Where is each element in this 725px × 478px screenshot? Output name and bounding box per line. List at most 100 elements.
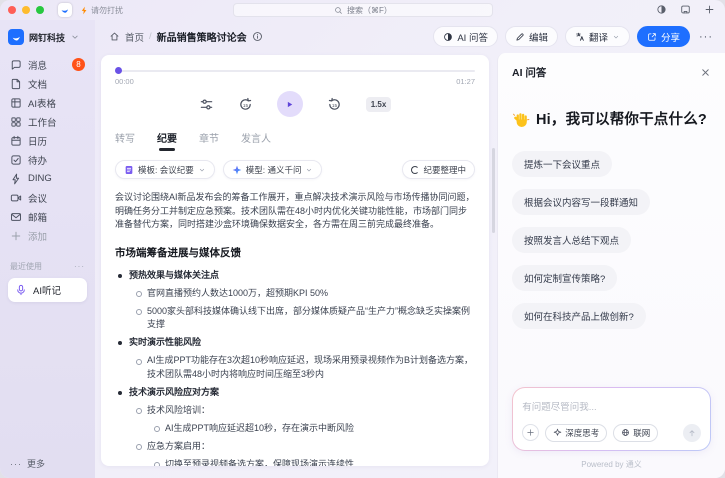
sidebar-item-meeting[interactable]: 会议	[8, 188, 87, 207]
arrow-up-icon	[687, 428, 697, 438]
share-button[interactable]: 分享	[637, 26, 690, 47]
page-title: 新品销售策略讨论会	[157, 29, 247, 44]
do-not-disturb-status: 请勿打扰	[80, 5, 123, 16]
plus-icon	[526, 428, 535, 437]
powered-by-label: Powered by 通义	[512, 459, 711, 470]
todo-check-icon	[10, 154, 22, 166]
recent-more-icon[interactable]: ···	[74, 262, 85, 271]
panel-title: AI 问答	[512, 65, 546, 80]
chevron-down-icon	[305, 166, 313, 174]
theme-toggle-icon[interactable]	[656, 4, 667, 15]
close-window-button[interactable]	[8, 6, 16, 14]
global-search[interactable]: 搜索（⌘F）	[233, 3, 493, 17]
calendar-icon	[10, 135, 22, 147]
spark-icon	[553, 428, 562, 437]
breadcrumb-home[interactable]: 首页	[125, 30, 144, 44]
sidebar-item-docs[interactable]: 文档	[8, 74, 87, 93]
pencil-icon	[515, 32, 525, 42]
intro-paragraph: 会议讨论围绕AI新品发布会的筹备工作展开，重点解决技术演示风险与市场传播协同问题…	[115, 191, 475, 232]
new-window-icon[interactable]	[680, 4, 691, 15]
unread-badge: 8	[72, 58, 85, 71]
audio-player: 00:00 01:27 15	[115, 67, 475, 117]
total-time: 01:27	[456, 77, 475, 86]
ai-greeting: Hi，我可以帮你干点什么?	[512, 108, 711, 129]
workbench-icon	[10, 116, 22, 128]
chevron-down-icon	[612, 33, 620, 41]
org-switcher[interactable]: 网钉科技	[8, 29, 87, 45]
share-icon	[647, 32, 657, 42]
sidebar-item-workbench[interactable]: 工作台	[8, 112, 87, 131]
outline-item: 实时演示性能风险	[115, 336, 475, 350]
rewind-15-icon[interactable]: 15	[238, 97, 253, 112]
dingtalk-app-icon	[58, 3, 72, 17]
sidebar-item-ding[interactable]: DING	[8, 169, 87, 188]
attach-button[interactable]	[522, 424, 539, 441]
more-actions-button[interactable]: ···	[697, 31, 715, 43]
meeting-notes-card: 00:00 01:27 15	[101, 55, 489, 466]
home-icon[interactable]	[109, 31, 120, 42]
chevron-down-icon	[198, 166, 206, 174]
suggestion-chip[interactable]: 提炼一下会议重点	[512, 151, 612, 177]
minutes-status: 纪要整理中	[402, 160, 475, 179]
web-search-toggle[interactable]: 联网	[613, 424, 658, 442]
playback-speed-button[interactable]: 1.5x	[366, 97, 392, 112]
sidebar-item-add[interactable]: 添加	[8, 226, 87, 245]
table-icon	[10, 97, 22, 109]
suggestion-chip[interactable]: 如何定制宣传策略?	[512, 265, 617, 291]
sidebar-item-calendar[interactable]: 日历	[8, 131, 87, 150]
outline-item: 5000家头部科技媒体确认线下出席，部分媒体质疑产品“生产力”概念缺乏实操案例支…	[115, 305, 475, 332]
audio-progress-bar[interactable]	[115, 67, 475, 74]
sidebar-item-ai-notes[interactable]: AI听记	[8, 278, 87, 302]
minimize-window-button[interactable]	[22, 6, 30, 14]
forward-15-icon[interactable]: 15	[327, 97, 342, 112]
info-icon[interactable]	[252, 31, 263, 42]
suggestion-chip[interactable]: 根据会议内容写一段群通知	[512, 189, 650, 215]
outline-item: 预热效果与媒体关注点	[115, 269, 475, 283]
tab-chapters[interactable]: 章节	[199, 130, 219, 151]
app-window: 请勿打扰 搜索（⌘F） 网钉科技	[0, 0, 725, 478]
sidebar-item-todo[interactable]: 待办	[8, 150, 87, 169]
ai-qa-button[interactable]: AI 问答	[433, 26, 498, 47]
add-tab-icon[interactable]	[704, 4, 715, 15]
current-time: 00:00	[115, 77, 134, 86]
scrollbar[interactable]	[492, 148, 495, 233]
tab-transcript[interactable]: 转写	[115, 130, 135, 151]
maximize-window-button[interactable]	[36, 6, 44, 14]
play-button[interactable]	[277, 91, 303, 117]
audio-settings-icon[interactable]	[199, 97, 214, 112]
tab-speakers[interactable]: 发言人	[241, 130, 271, 151]
section-heading: 市场端筹备进展与媒体反馈	[115, 245, 475, 260]
outline-item: AI生成PPT响应延迟超10秒，存在演示中断风险	[115, 422, 475, 436]
document-icon	[10, 78, 22, 90]
waving-hand-icon	[512, 111, 530, 127]
ellipsis-icon: ···	[10, 459, 22, 469]
mail-icon	[10, 211, 22, 223]
outline-item: AI生成PPT功能存在3次超10秒响应延迟，现场采用预录视频作为B计划备选方案，…	[115, 354, 475, 381]
template-selector[interactable]: 模板: 会议纪要	[115, 160, 215, 179]
playhead-handle[interactable]	[115, 67, 122, 74]
edit-button[interactable]: 编辑	[505, 26, 558, 47]
traffic-lights	[8, 6, 44, 14]
breadcrumb: 首页 / 新品销售策略讨论会	[109, 29, 263, 44]
chevron-down-icon	[70, 32, 80, 42]
sidebar-item-ai-table[interactable]: AI表格	[8, 93, 87, 112]
org-logo-icon	[8, 29, 24, 45]
ding-lightning-icon	[10, 173, 22, 185]
sidebar-more[interactable]: ··· 更多	[8, 457, 87, 470]
ai-question-input[interactable]	[522, 402, 701, 413]
svg-text:15: 15	[243, 102, 249, 107]
tab-minutes[interactable]: 纪要	[157, 130, 177, 151]
deep-think-toggle[interactable]: 深度思考	[545, 424, 607, 442]
plus-icon	[10, 230, 22, 242]
close-icon[interactable]	[700, 67, 711, 78]
chat-icon	[10, 59, 22, 71]
send-button[interactable]	[683, 424, 701, 442]
suggestion-chip[interactable]: 如何在科技产品上做创新?	[512, 303, 646, 329]
sidebar-item-mail[interactable]: 邮箱	[8, 207, 87, 226]
model-selector[interactable]: 模型: 通义千问	[223, 160, 323, 179]
ai-qa-panel: AI 问答 Hi，我可以帮你干点什么? 提炼一下会议重点 根据会议内容写一段群通…	[497, 53, 725, 478]
suggestion-chip[interactable]: 按照发言人总结下观点	[512, 227, 631, 253]
outline-item: 官网直播预约人数达1000万，超预期KPI 50%	[115, 287, 475, 301]
sidebar-item-messages[interactable]: 消息 8	[8, 55, 87, 74]
translate-button[interactable]: 翻译	[565, 26, 630, 47]
